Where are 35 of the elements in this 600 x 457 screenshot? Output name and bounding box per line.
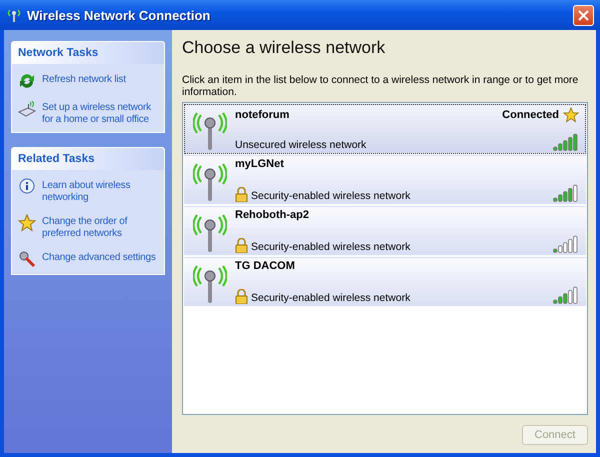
antenna-icon [193,264,227,304]
security-description: Unsecured wireless network [235,139,368,151]
page-heading: Choose a wireless network [182,38,386,58]
task-link[interactable]: Set up a wireless network for a home or small office [42,100,162,126]
network-item[interactable]: myLGNet Security-enabled wireless network [184,155,586,205]
network-item[interactable]: TG DACOM Security-enabled wireless network [184,257,586,307]
network-item[interactable]: noteforum Connected Unsecured wireless network [184,104,586,154]
close-icon [578,10,589,20]
panel-title: Network Tasks [12,42,164,64]
window-title: Wireless Network Connection [27,8,212,22]
antenna-icon [6,8,22,22]
task-link[interactable]: Change the order of preferred networks [42,214,162,240]
tools-icon [18,250,36,268]
network-name: noteforum [235,109,290,121]
antenna-icon [193,111,227,151]
security-description: Security-enabled wireless network [251,190,412,202]
security-description: Security-enabled wireless network [251,241,412,253]
task-link[interactable]: Change advanced settings [42,250,156,264]
network-item[interactable]: Rehoboth-ap2 Security-enabled wireless network [184,206,586,256]
star-icon [18,214,36,232]
panel-title: Related Tasks [12,148,164,170]
security-description: Security-enabled wireless network [251,292,412,304]
info-icon [18,178,36,196]
network-name: Rehoboth-ap2 [235,209,310,221]
refresh-icon [18,72,36,90]
connection-status: Connected [502,109,559,121]
task-link[interactable]: Refresh network list [42,72,126,86]
task-link[interactable]: Learn about wireless networking [42,178,162,204]
network-name: TG DACOM [235,260,296,272]
antenna-icon [193,213,227,253]
instructions-text: Click an item in the list below to connect to a wireless network in range or to get more information. [182,74,580,98]
router-icon [18,100,36,118]
close-button[interactable] [573,4,594,26]
network-name: myLGNet [235,158,285,170]
antenna-icon [193,162,227,202]
